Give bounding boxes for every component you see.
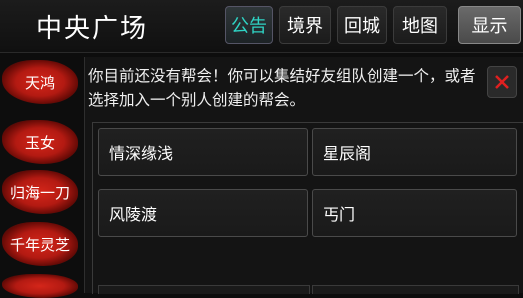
guild-item[interactable]: 情深缘浅 — [98, 128, 308, 176]
close-button[interactable] — [487, 66, 517, 98]
sidebar-item-player[interactable] — [2, 274, 78, 298]
player-sidebar: 天鸿 玉女 归海一刀 千年灵芝 — [0, 52, 82, 298]
sidebar-item-player[interactable]: 千年灵芝 — [2, 222, 78, 266]
tab-return-city[interactable]: 回城 — [337, 6, 387, 44]
sidebar-item-player[interactable]: 玉女 — [2, 120, 78, 164]
no-guild-message: 你目前还没有帮会！你可以集结好友组队创建一个，或者选择加入一个别人创建的帮会。 — [88, 67, 476, 109]
top-bar: 中央广场 公告 境界 回城 地图 显示 — [0, 0, 523, 53]
show-button[interactable]: 显示 — [458, 6, 521, 44]
guild-item[interactable]: 星辰阁 — [312, 128, 517, 176]
sidebar-item-player[interactable]: 天鸿 — [2, 60, 78, 104]
tab-map[interactable]: 地图 — [393, 6, 447, 44]
location-title: 中央广场 — [36, 14, 149, 44]
tab-announcement[interactable]: 公告 — [225, 6, 273, 44]
guild-item[interactable]: 风陵渡 — [98, 189, 308, 237]
tab-realm[interactable]: 境界 — [279, 6, 331, 44]
sidebar-item-player[interactable]: 归海一刀 — [2, 170, 78, 214]
guild-item[interactable]: 丐门 — [312, 189, 517, 237]
close-icon — [495, 75, 509, 89]
